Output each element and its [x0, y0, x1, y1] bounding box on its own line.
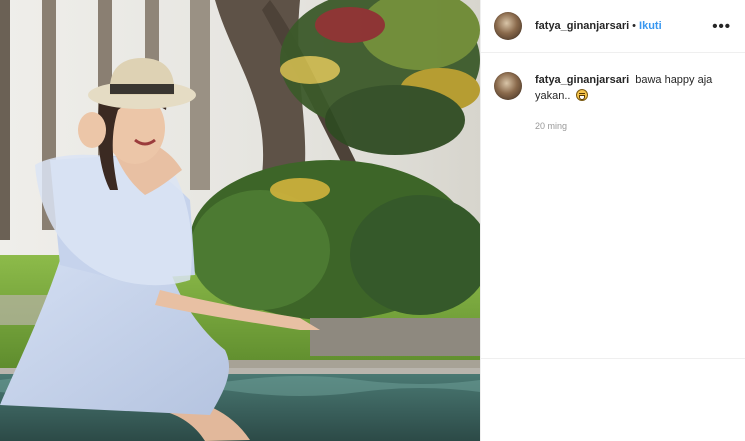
grinning-face-icon [575, 89, 588, 101]
caption-timestamp[interactable]: 20 ming [535, 118, 723, 134]
more-options-icon[interactable]: ••• [712, 19, 731, 34]
caption-avatar[interactable] [494, 72, 522, 100]
author-avatar[interactable] [494, 12, 522, 40]
post-header: fatya_ginanjarsari • Ikuti ••• [481, 0, 745, 53]
instagram-post: fatya_ginanjarsari • Ikuti ••• fatya_gin… [0, 0, 745, 441]
panel-divider [481, 358, 745, 359]
caption-comment: fatya_ginanjarsari bawa happy aja yakan.… [481, 53, 745, 134]
caption-body: fatya_ginanjarsari bawa happy aja yakan.… [535, 72, 723, 134]
header-separator: • [632, 20, 637, 32]
post-side-panel: fatya_ginanjarsari • Ikuti ••• fatya_gin… [480, 0, 745, 441]
author-username[interactable]: fatya_ginanjarsari [535, 20, 629, 32]
post-photo[interactable] [0, 0, 480, 441]
caption-username[interactable]: fatya_ginanjarsari [535, 74, 629, 86]
follow-button[interactable]: Ikuti [639, 20, 662, 32]
post-photo-illustration [0, 0, 480, 441]
